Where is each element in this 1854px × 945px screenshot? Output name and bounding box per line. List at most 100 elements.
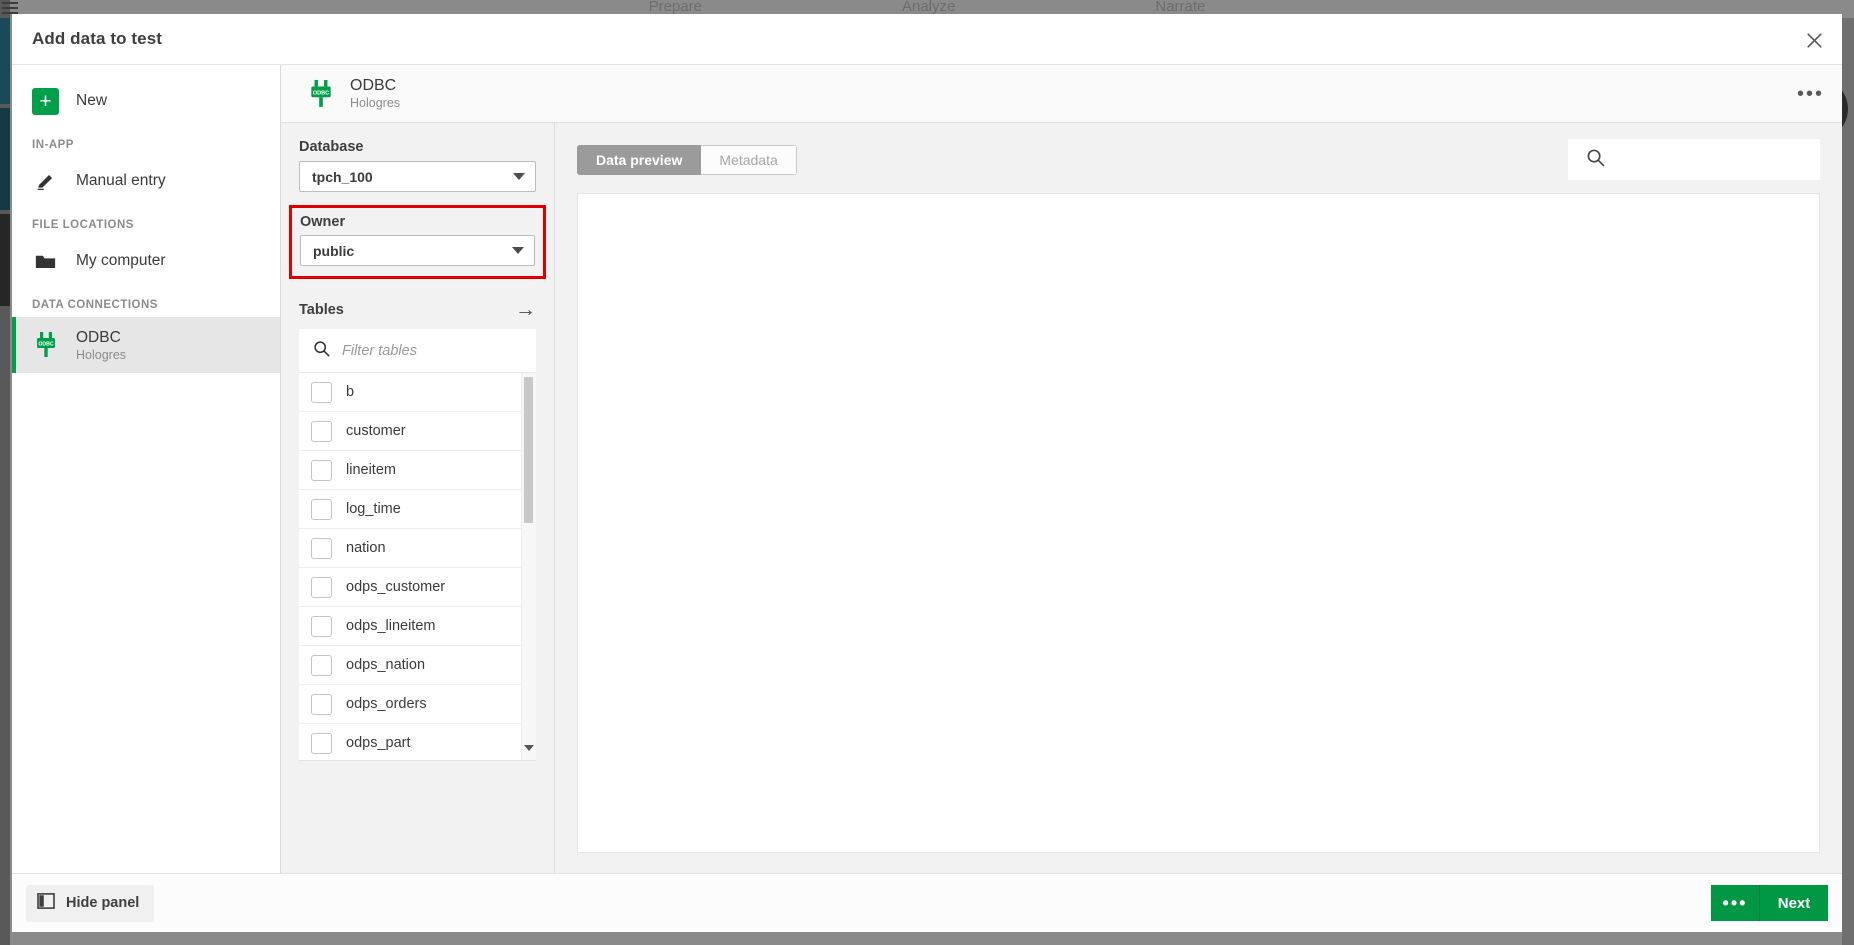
filter-tables-input[interactable] (342, 342, 492, 359)
source-selector-pane: Database tpch_100 Owner public Tables → … (281, 123, 555, 873)
footer-actions: ••• Next (1711, 885, 1828, 921)
table-name: log_time (346, 501, 401, 517)
scrollbar-thumb[interactable] (524, 377, 533, 523)
svg-text:ODBC: ODBC (312, 90, 328, 96)
table-row[interactable]: odps_orders (299, 685, 536, 724)
table-name: odps_nation (346, 657, 426, 673)
plus-icon: + (32, 87, 59, 115)
hide-panel-label: Hide panel (66, 895, 140, 911)
owner-value: public (313, 242, 355, 259)
preview-tabs: Data preview Metadata (577, 144, 797, 175)
table-row[interactable]: nation (299, 529, 536, 568)
background-tab-narrate: Narrate (1155, 0, 1206, 14)
table-row[interactable]: odps_customer (299, 568, 536, 607)
connection-name: ODBC (350, 76, 397, 94)
table-row[interactable]: log_time (299, 490, 536, 529)
tables-scroll-viewport[interactable]: b customer lineitem log_time nation odps… (299, 373, 536, 760)
tab-metadata[interactable]: Metadata (701, 144, 797, 175)
sidebar: + New IN-APP Manual entry FILE LOCATIONS (12, 65, 281, 873)
table-name: b (346, 384, 355, 400)
hide-panel-button[interactable]: Hide panel (26, 884, 155, 922)
table-name: nation (346, 540, 386, 556)
arrow-right-icon[interactable]: → (515, 299, 536, 320)
sidebar-item-my-computer[interactable]: My computer (12, 237, 280, 285)
table-row[interactable]: customer (299, 412, 536, 451)
table-name: odps_part (346, 735, 411, 751)
connection-subtitle: Hologres (350, 95, 401, 110)
tables-label: Tables (299, 301, 344, 318)
background-top-nav: Prepare Analyze Narrate (0, 0, 1854, 14)
sidebar-item-manual-entry[interactable]: Manual entry (12, 157, 280, 205)
sidebar-item-label: New (76, 92, 108, 109)
table-checkbox[interactable] (311, 498, 332, 520)
table-checkbox[interactable] (311, 459, 332, 481)
preview-pane: Data preview Metadata (555, 123, 1842, 873)
background-rail-accent-teal (0, 18, 10, 104)
preview-search-input[interactable] (1617, 151, 1797, 168)
table-checkbox[interactable] (311, 732, 332, 754)
table-row[interactable]: b (299, 373, 536, 412)
owner-field-highlight: Owner public (289, 205, 546, 279)
data-preview-canvas (577, 193, 1820, 853)
table-checkbox[interactable] (311, 420, 332, 442)
table-row[interactable]: odps_part (299, 724, 536, 760)
panel-icon (37, 892, 55, 914)
preview-search-box[interactable] (1568, 139, 1820, 180)
folder-icon (32, 252, 59, 270)
table-name: lineitem (346, 462, 396, 478)
close-icon[interactable] (1796, 22, 1832, 58)
sidebar-section-in-app: IN-APP (32, 139, 74, 151)
table-checkbox[interactable] (311, 537, 332, 559)
database-label: Database (299, 139, 364, 155)
modal-body: + New IN-APP Manual entry FILE LOCATIONS (12, 65, 1842, 873)
add-data-modal: Add data to test + New IN-APP Manual ent… (12, 14, 1842, 932)
search-icon (313, 340, 330, 362)
table-row[interactable]: lineitem (299, 451, 536, 490)
table-name: odps_lineitem (346, 618, 436, 634)
database-value: tpch_100 (312, 168, 373, 185)
search-icon (1586, 148, 1605, 172)
table-checkbox[interactable] (311, 381, 332, 403)
tables-scrollbar[interactable] (521, 373, 536, 760)
table-checkbox[interactable] (311, 615, 332, 637)
background-right-rail (1842, 18, 1854, 945)
chevron-down-icon (513, 173, 525, 180)
content-area: ODBC ODBC Hologres ••• Database tpch_100 (281, 65, 1842, 873)
next-button[interactable]: Next (1760, 885, 1828, 921)
more-options-button[interactable]: ••• (1711, 885, 1760, 921)
ellipsis-icon[interactable]: ••• (1797, 84, 1824, 104)
sidebar-item-odbc[interactable]: ODBC ODBC Hologres (12, 317, 280, 373)
tables-header: Tables → (299, 299, 536, 320)
page-title: Add data to test (32, 29, 163, 48)
table-name: odps_customer (346, 579, 446, 595)
background-rail-accent-dark-1 (0, 108, 10, 210)
table-checkbox[interactable] (311, 576, 332, 598)
panes: Database tpch_100 Owner public Tables → … (281, 123, 1842, 873)
sidebar-section-file-locations: FILE LOCATIONS (32, 219, 134, 231)
table-row[interactable]: odps_nation (299, 646, 536, 685)
table-checkbox[interactable] (311, 654, 332, 676)
owner-select[interactable]: public (300, 235, 535, 266)
tables-list[interactable]: b customer lineitem log_time nation odps… (299, 373, 536, 761)
sidebar-item-label: My computer (76, 252, 166, 269)
tab-data-preview[interactable]: Data preview (577, 144, 702, 175)
background-rail-accent-dark-2 (0, 214, 10, 306)
table-row[interactable]: odps_lineitem (299, 607, 536, 646)
modal-header: Add data to test (12, 14, 1842, 65)
owner-label: Owner (300, 214, 346, 230)
background-tab-analyze: Analyze (901, 0, 956, 14)
table-name: odps_orders (346, 696, 427, 712)
odbc-plug-icon: ODBC (307, 79, 334, 108)
database-select[interactable]: tpch_100 (299, 161, 536, 192)
triangle-down-icon[interactable] (522, 741, 535, 754)
sidebar-item-new[interactable]: + New (12, 77, 280, 125)
svg-text:ODBC: ODBC (38, 342, 54, 348)
filter-tables-box[interactable] (299, 329, 536, 373)
background-tab-prepare: Prepare (648, 0, 702, 14)
connection-header: ODBC ODBC Hologres ••• (281, 65, 1842, 123)
sidebar-item-sublabel: Hologres (76, 347, 127, 362)
sidebar-item-label: Manual entry (76, 172, 166, 189)
table-checkbox[interactable] (311, 693, 332, 715)
preview-toolbar: Data preview Metadata (577, 139, 1820, 180)
table-name: customer (346, 423, 406, 439)
